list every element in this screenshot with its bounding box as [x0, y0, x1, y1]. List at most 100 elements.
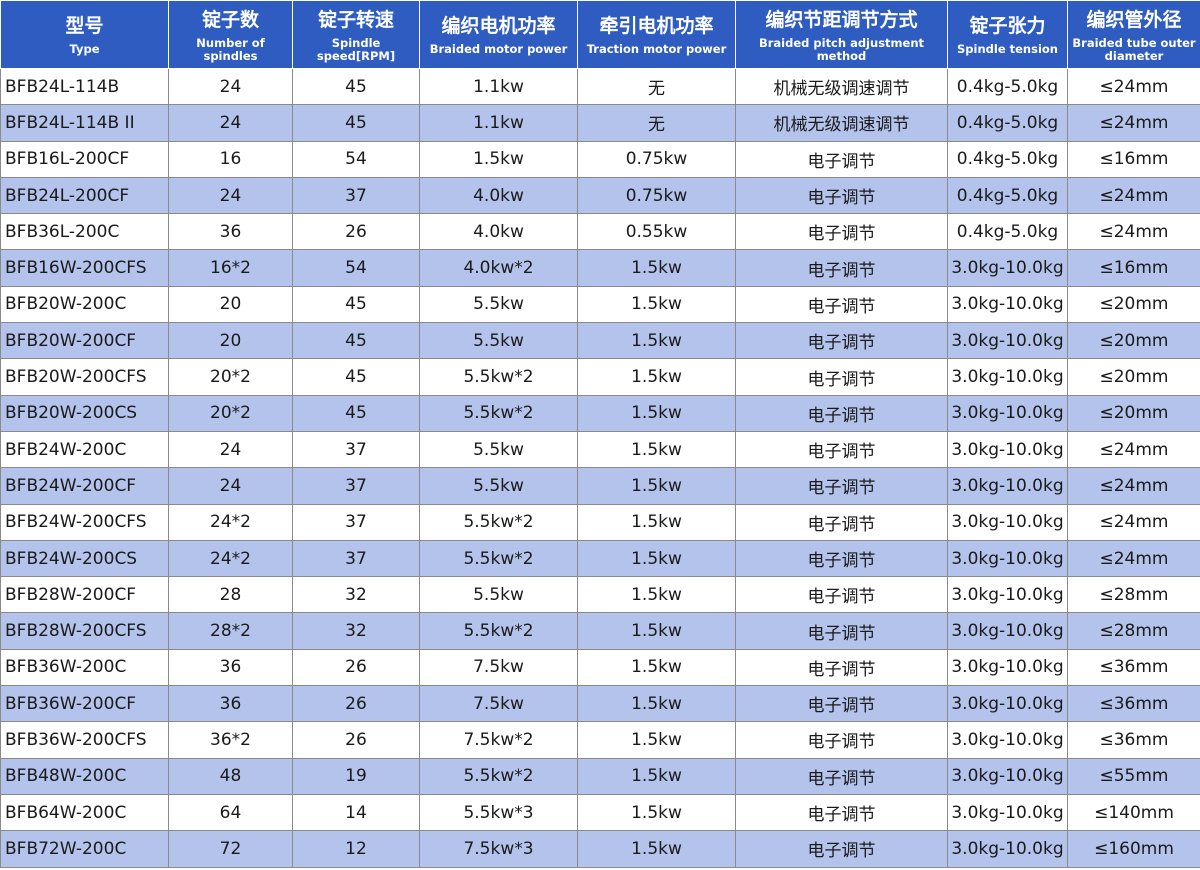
cell-diameter: ≤24mm: [1067, 430, 1200, 469]
cell-diameter: ≤160mm: [1067, 830, 1200, 868]
cell-braid-power: 4.0kw: [419, 213, 578, 251]
cell-braid-power: 7.5kw: [419, 648, 578, 687]
cell-braid-power: 5.5kw: [419, 467, 578, 505]
cell-speed: 26: [292, 648, 420, 687]
cell-tension: 3.0kg-10.0kg: [947, 285, 1068, 324]
table-row: BFB16L-200CF 16 54 1.5kw 0.75kw 电子调节 0.4kg-5.0…: [0, 140, 1200, 178]
cell-spindles: 24*2: [168, 503, 293, 541]
cell-model: BFB36W-200C: [0, 648, 169, 687]
cell-braid-power: 5.5kw*2: [419, 539, 578, 578]
cell-diameter: ≤20mm: [1067, 285, 1200, 324]
cell-speed: 32: [292, 576, 420, 614]
cell-braid-power: 5.5kw: [419, 430, 578, 469]
cell-braid-power: 5.5kw*3: [419, 793, 578, 832]
cell-model: BFB24W-200CS: [0, 539, 169, 578]
cell-tension: 3.0kg-10.0kg: [947, 830, 1068, 868]
table-row: BFB24W-200CS 24*2 37 5.5kw*2 1.5kw 电子调节 3.0kg-…: [0, 539, 1200, 578]
cell-traction-power: 1.5kw: [577, 721, 736, 759]
cell-diameter: ≤55mm: [1067, 757, 1200, 795]
cell-braid-power: 1.5kw: [419, 140, 578, 178]
cell-traction-power: 1.5kw: [577, 394, 736, 432]
cell-speed: 37: [292, 430, 420, 469]
header-label-zh: 牵引电机功率: [599, 15, 714, 37]
cell-speed: 54: [292, 249, 420, 287]
table-header: 型号 Type 锭子数 Number of spindles 锭子转速 Spindle s…: [0, 0, 1200, 69]
cell-spindles: 24: [168, 104, 293, 142]
header-label-en: Spindle speed[RPM]: [316, 35, 396, 63]
table-row: BFB48W-200C 48 19 5.5kw*2 1.5kw 电子调节 3.0kg-10.…: [0, 757, 1200, 795]
cell-model: BFB20W-200CFS: [0, 358, 169, 396]
cell-tension: 0.4kg-5.0kg: [947, 140, 1068, 178]
header-label-en: Braided tube outer diameter: [1072, 35, 1196, 63]
cell-pitch-method: 电子调节: [735, 503, 948, 541]
cell-tension: 3.0kg-10.0kg: [947, 576, 1068, 614]
header-pitch-method: 编织节距调节方式 Braided pitch adjustment method: [735, 0, 948, 69]
cell-braid-power: 7.5kw*3: [419, 830, 578, 868]
cell-diameter: ≤28mm: [1067, 612, 1200, 650]
cell-traction-power: 无: [577, 67, 736, 106]
cell-speed: 45: [292, 358, 420, 396]
cell-spindles: 16: [168, 140, 293, 178]
cell-braid-power: 5.5kw*2: [419, 358, 578, 396]
cell-spindles: 20: [168, 285, 293, 324]
cell-braid-power: 4.0kw*2: [419, 249, 578, 287]
cell-tension: 3.0kg-10.0kg: [947, 539, 1068, 578]
cell-braid-power: 5.5kw*2: [419, 394, 578, 432]
cell-tension: 3.0kg-10.0kg: [947, 394, 1068, 432]
table-row: BFB24L-200CF 24 37 4.0kw 0.75kw 电子调节 0.4kg-5.0…: [0, 176, 1200, 215]
cell-traction-power: 1.5kw: [577, 576, 736, 614]
cell-spindles: 48: [168, 757, 293, 795]
cell-tension: 3.0kg-10.0kg: [947, 467, 1068, 505]
header-diameter: 编织管外径 Braided tube outer diameter: [1067, 0, 1200, 69]
cell-traction-power: 1.5kw: [577, 430, 736, 469]
table-row: BFB72W-200C 72 12 7.5kw*3 1.5kw 电子调节 3.0kg-10.…: [0, 830, 1200, 868]
cell-speed: 26: [292, 213, 420, 251]
cell-traction-power: 1.5kw: [577, 539, 736, 578]
cell-diameter: ≤20mm: [1067, 322, 1200, 360]
cell-traction-power: 1.5kw: [577, 322, 736, 360]
cell-model: BFB24W-200CFS: [0, 503, 169, 541]
table-row: BFB64W-200C 64 14 5.5kw*3 1.5kw 电子调节 3.0kg-10.…: [0, 793, 1200, 832]
cell-pitch-method: 电子调节: [735, 358, 948, 396]
header-label-zh: 编织电机功率: [441, 15, 556, 37]
cell-traction-power: 1.5kw: [577, 285, 736, 324]
header-label-zh: 编织管外径: [1086, 8, 1182, 31]
cell-spindles: 20*2: [168, 358, 293, 396]
cell-model: BFB20W-200CS: [0, 394, 169, 432]
cell-spindles: 20: [168, 322, 293, 360]
cell-model: BFB72W-200C: [0, 830, 169, 868]
header-spindles: 锭子数 Number of spindles: [168, 0, 293, 69]
cell-speed: 37: [292, 467, 420, 505]
cell-pitch-method: 电子调节: [735, 322, 948, 360]
header-tension: 锭子张力 Spindle tension: [947, 0, 1068, 69]
cell-model: BFB24L-114B: [0, 67, 169, 106]
cell-model: BFB16W-200CFS: [0, 249, 169, 287]
table-row: BFB36L-200C 36 26 4.0kw 0.55kw 电子调节 0.4kg-5.0k…: [0, 213, 1200, 251]
cell-diameter: ≤16mm: [1067, 140, 1200, 178]
cell-braid-power: 5.5kw: [419, 285, 578, 324]
cell-spindles: 24: [168, 176, 293, 215]
cell-diameter: ≤24mm: [1067, 104, 1200, 142]
header-traction-power: 牵引电机功率 Traction motor power: [577, 0, 736, 69]
header-label-zh: 编织节距调节方式: [765, 8, 918, 31]
cell-model: BFB64W-200C: [0, 793, 169, 832]
cell-diameter: ≤24mm: [1067, 539, 1200, 578]
cell-model: BFB48W-200C: [0, 757, 169, 795]
table-row: BFB24W-200CFS 24*2 37 5.5kw*2 1.5kw 电子调节 3.0kg…: [0, 503, 1200, 541]
cell-pitch-method: 电子调节: [735, 140, 948, 178]
cell-braid-power: 4.0kw: [419, 176, 578, 215]
cell-braid-power: 1.1kw: [419, 104, 578, 142]
cell-speed: 32: [292, 612, 420, 650]
cell-tension: 0.4kg-5.0kg: [947, 176, 1068, 215]
table-row: BFB24W-200C 24 37 5.5kw 1.5kw 电子调节 3.0kg-10.0k…: [0, 430, 1200, 469]
cell-diameter: ≤36mm: [1067, 685, 1200, 723]
cell-spindles: 36*2: [168, 721, 293, 759]
cell-pitch-method: 电子调节: [735, 721, 948, 759]
header-label-en: Type: [69, 42, 100, 56]
cell-model: BFB36W-200CF: [0, 685, 169, 723]
cell-model: BFB28W-200CFS: [0, 612, 169, 650]
table-row: BFB36W-200C 36 26 7.5kw 1.5kw 电子调节 3.0kg-10.0k…: [0, 648, 1200, 687]
cell-braid-power: 7.5kw*2: [419, 721, 578, 759]
cell-model: BFB16L-200CF: [0, 140, 169, 178]
cell-tension: 3.0kg-10.0kg: [947, 430, 1068, 469]
